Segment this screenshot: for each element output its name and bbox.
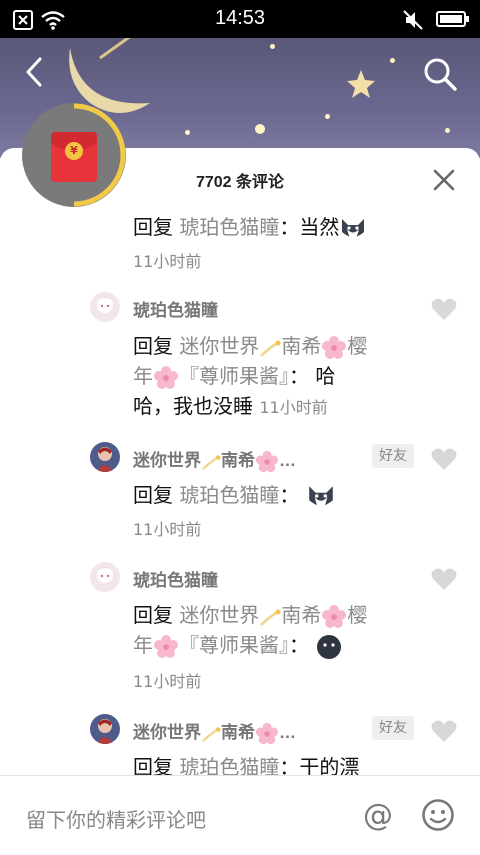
avatar[interactable]	[90, 442, 120, 472]
username[interactable]: 迷你世界 南希…	[133, 718, 363, 746]
star-dot	[325, 114, 330, 119]
star-dot	[185, 130, 190, 135]
comment-time: 11小时前	[133, 672, 202, 691]
star-dot	[255, 124, 265, 134]
emoji-icon[interactable]	[421, 798, 455, 832]
comment-input-bar: 留下你的精彩评论吧 @	[0, 775, 480, 855]
comet-icon	[202, 454, 221, 470]
avatar[interactable]	[90, 562, 120, 592]
red-envelope-icon: ¥	[51, 132, 97, 182]
comment-body: 回复 迷你世界 南希樱年『尊师果酱』： 哈 哈，我也没睡 11小时前	[133, 334, 368, 418]
comment-input[interactable]: 留下你的精彩评论吧	[26, 804, 206, 833]
comet-icon	[260, 609, 281, 626]
comment-body: 回复 琥珀色猫瞳：	[133, 480, 433, 511]
avatar[interactable]	[90, 292, 120, 322]
back-icon[interactable]	[18, 54, 54, 90]
friend-badge: 好友	[372, 444, 414, 468]
friend-badge: 好友	[372, 716, 414, 740]
red-packet-widget[interactable]: ¥	[22, 103, 126, 207]
battery-icon	[436, 11, 469, 27]
heart-icon[interactable]	[430, 296, 458, 322]
star-dot	[390, 58, 395, 63]
comment-time: 11小时前	[133, 520, 202, 539]
comment-time: 11小时前	[259, 398, 328, 417]
husky-emoji-icon	[342, 218, 365, 238]
comment-time: 11小时前	[133, 252, 202, 271]
sakura-icon	[255, 722, 279, 744]
username[interactable]: 琥珀色猫瞳	[133, 296, 218, 321]
sakura-icon	[154, 365, 178, 389]
star-dot	[445, 128, 450, 133]
comet-icon	[260, 340, 281, 357]
sakura-icon	[154, 634, 178, 658]
star-decoration	[347, 70, 375, 98]
sakura-icon	[255, 450, 279, 472]
star-dot	[270, 44, 275, 49]
mute-icon	[403, 10, 423, 30]
sakura-icon	[322, 335, 347, 359]
status-bar: 14:53	[0, 0, 480, 38]
black-blob-emoji-icon	[317, 634, 342, 659]
comet-icon	[202, 726, 221, 742]
heart-icon[interactable]	[430, 718, 458, 744]
heart-icon[interactable]	[430, 566, 458, 592]
comment-body: 回复 琥珀色猫瞳：当然	[133, 212, 433, 242]
heart-icon[interactable]	[430, 446, 458, 472]
search-icon[interactable]	[420, 54, 460, 94]
mention-button[interactable]: @	[360, 798, 396, 834]
avatar[interactable]	[90, 714, 120, 744]
comment-body: 回复 迷你世界 南希樱年『尊师果酱』：	[133, 600, 433, 661]
close-icon[interactable]	[430, 166, 458, 194]
username[interactable]: 迷你世界 南希…	[133, 446, 363, 474]
husky-emoji-icon	[308, 485, 333, 507]
sakura-icon	[322, 604, 347, 628]
username[interactable]: 琥珀色猫瞳	[133, 566, 218, 591]
